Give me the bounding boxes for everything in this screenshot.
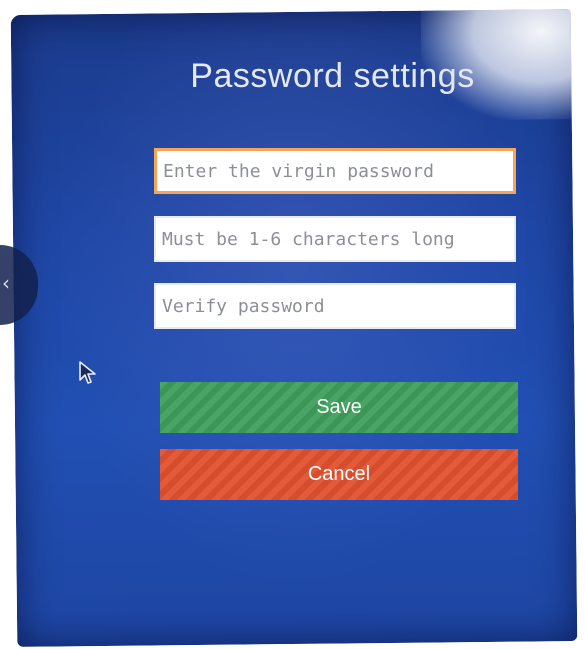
verify-password-input[interactable]	[154, 283, 516, 329]
dialog-title: Password settings	[190, 57, 475, 95]
chevron-left-icon[interactable]: ‹	[2, 271, 10, 295]
mouse-pointer-icon	[79, 361, 96, 384]
cancel-button[interactable]: Cancel	[160, 449, 518, 500]
new-password-input[interactable]	[154, 216, 516, 262]
old-password-input[interactable]	[154, 148, 516, 194]
photo-frame: ‹ Password settings Save Cancel	[0, 0, 585, 649]
save-button[interactable]: Save	[160, 382, 518, 433]
